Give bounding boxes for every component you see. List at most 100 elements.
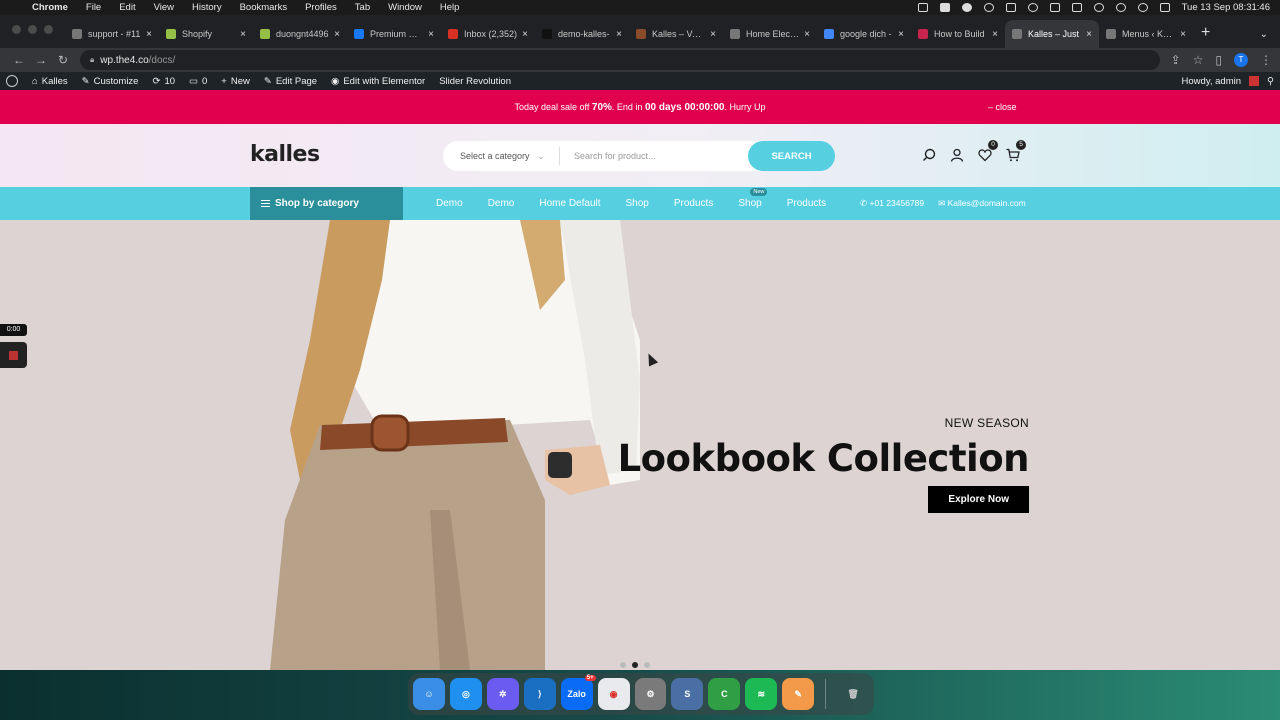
tab-1[interactable]: support - #11 × [65, 20, 159, 48]
account-icon[interactable] [950, 148, 964, 162]
headphones-icon[interactable] [1027, 3, 1038, 12]
new-tab-button[interactable]: + [1193, 24, 1218, 48]
user-icon[interactable] [1115, 3, 1126, 12]
wp-slider-link[interactable]: Slider Revolution [439, 76, 511, 87]
tab-6[interactable]: demo-kalles- × [535, 20, 629, 48]
safari-icon[interactable]: ◎ [449, 678, 482, 710]
menu-help[interactable]: Help [440, 2, 460, 13]
shop-by-category-button[interactable]: Shop by category [250, 187, 403, 220]
settings-icon[interactable]: ⚙ [634, 678, 667, 710]
slider-dot-2[interactable] [632, 662, 638, 668]
explore-now-button[interactable]: Explore Now [928, 486, 1029, 513]
wp-edit-page-link[interactable]: ✎ Edit Page [264, 76, 317, 87]
close-tab-icon[interactable]: × [522, 29, 528, 40]
tab-search-icon[interactable]: ⌄ [1248, 29, 1280, 48]
wp-howdy[interactable]: Howdy, admin [1182, 76, 1242, 87]
close-tab-icon[interactable]: × [146, 29, 152, 40]
recording-stop-button[interactable] [0, 342, 27, 368]
menu-profiles[interactable]: Profiles [305, 2, 337, 13]
nav-link-shop-1[interactable]: Shop [626, 198, 649, 209]
address-bar[interactable]: 🔒︎ wp.the4.co/docs/ [80, 50, 1160, 70]
wp-customize-link[interactable]: ✎ Customize [82, 76, 139, 87]
slider-dot-1[interactable] [620, 662, 626, 668]
gear-icon[interactable] [983, 3, 994, 12]
menu-app-name[interactable]: Chrome [32, 2, 68, 13]
wp-logo[interactable] [6, 75, 18, 87]
tab-9[interactable]: google dịch - × [817, 20, 911, 48]
chrome-icon[interactable]: ◉ [597, 678, 630, 710]
minimize-window-button[interactable] [28, 25, 37, 34]
tab-7[interactable]: Kalles – Versa × [629, 20, 723, 48]
tab-2[interactable]: Shopify × [159, 20, 253, 48]
screen-icon[interactable]: ✲ [486, 678, 519, 710]
lock-icon[interactable] [1049, 3, 1060, 12]
tab-3[interactable]: duongnt4496 × [253, 20, 347, 48]
reload-icon[interactable]: ↻ [52, 53, 74, 67]
nav-link-demo-2[interactable]: Demo [488, 198, 515, 209]
category-select[interactable]: Select a category ⌄ [443, 147, 560, 165]
status-icon-3[interactable] [961, 3, 972, 12]
tab-4[interactable]: Premium Sho × [347, 20, 441, 48]
sidebar-icon[interactable]: ▯ [1215, 53, 1222, 67]
wp-new-link[interactable]: + New [221, 76, 250, 87]
avatar[interactable] [1249, 76, 1260, 86]
profile-avatar[interactable]: T [1234, 53, 1248, 67]
nav-link-shop-2[interactable]: Shop New [738, 188, 768, 209]
close-window-button[interactable] [12, 25, 21, 34]
search-input[interactable] [574, 151, 744, 161]
wishlist-heart-icon[interactable]: 0 [978, 140, 998, 162]
menu-window[interactable]: Window [388, 2, 422, 13]
forward-icon[interactable]: → [30, 53, 52, 67]
wp-comments-link[interactable]: ▭ 0 [189, 76, 207, 87]
slider-dot-3[interactable] [644, 662, 650, 668]
tab-11[interactable]: Kalles – Just × [1005, 20, 1099, 48]
wifi-icon[interactable] [1093, 3, 1104, 12]
cart-icon[interactable]: 5 [1006, 140, 1026, 162]
close-tab-icon[interactable]: × [240, 29, 246, 40]
status-icon-5[interactable] [1005, 3, 1016, 12]
more-menu-icon[interactable]: ⋮ [1260, 53, 1272, 67]
sublime-icon[interactable]: S [671, 678, 704, 710]
finder-icon[interactable]: ☺ [413, 678, 445, 710]
close-tab-icon[interactable]: × [804, 29, 810, 40]
tab-12[interactable]: Menus ‹ Kalle × [1099, 20, 1193, 48]
status-icon-1[interactable] [917, 3, 928, 12]
close-tab-icon[interactable]: × [898, 29, 904, 40]
pages-icon[interactable]: ✎ [782, 678, 815, 710]
search-icon[interactable]: ⚲ [1267, 76, 1274, 87]
wp-elementor-link[interactable]: ◉ Edit with Elementor [331, 76, 425, 87]
nav-link-demo-1[interactable]: Demo [436, 198, 463, 209]
display-icon[interactable] [1071, 3, 1082, 12]
tab-5[interactable]: Inbox (2,352) × [441, 20, 535, 48]
email-link[interactable]: ✉ Kalles@domain.com [938, 198, 1026, 209]
nav-link-products-1[interactable]: Products [674, 198, 713, 209]
close-tab-icon[interactable]: × [616, 29, 622, 40]
bookmark-star-icon[interactable]: ☆ [1193, 53, 1204, 67]
phone-link[interactable]: ✆ +01 23456789 [860, 198, 924, 209]
menu-tab[interactable]: Tab [355, 2, 370, 13]
close-tab-icon[interactable]: × [710, 29, 716, 40]
menu-view[interactable]: View [154, 2, 174, 13]
trash-icon[interactable]: 🗑︎ [837, 678, 869, 710]
vscode-icon[interactable]: ⟩ [523, 678, 556, 710]
menu-edit[interactable]: Edit [119, 2, 135, 13]
status-icon-2[interactable] [939, 3, 950, 12]
back-icon[interactable]: ← [8, 53, 30, 67]
search-button[interactable]: SEARCH [748, 141, 835, 171]
close-tab-icon[interactable]: × [334, 29, 340, 40]
site-logo[interactable]: kalles [250, 142, 320, 167]
close-tab-icon[interactable]: × [992, 29, 998, 40]
search-icon[interactable] [1137, 3, 1148, 12]
lock-icon[interactable]: 🔒︎ [90, 55, 94, 65]
zoom-window-button[interactable] [44, 25, 53, 34]
tab-10[interactable]: How to Build × [911, 20, 1005, 48]
zalo-icon[interactable]: Zalo 5+ [560, 675, 596, 710]
close-tab-icon[interactable]: × [1180, 29, 1186, 40]
wp-site-link[interactable]: ⌂ Kalles [32, 76, 68, 87]
wp-updates-link[interactable]: ⟳ 10 [152, 76, 175, 87]
spotify-icon[interactable]: ≋ [745, 678, 778, 710]
nav-link-home-default[interactable]: Home Default [539, 198, 600, 209]
search-icon[interactable] [922, 148, 936, 162]
promo-close-button[interactable]: – close [988, 102, 1017, 112]
nav-link-products-2[interactable]: Products [787, 198, 826, 209]
